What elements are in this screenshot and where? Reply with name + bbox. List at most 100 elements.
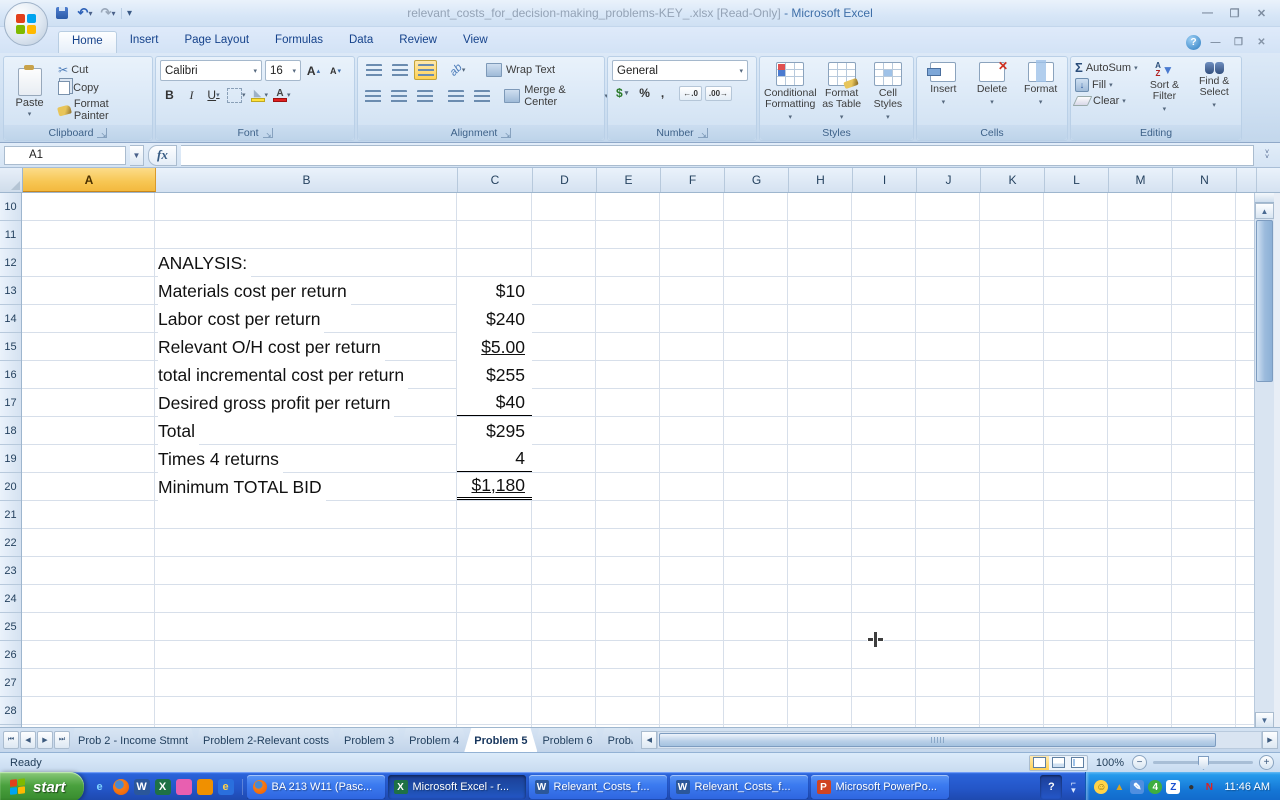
format-painter-button[interactable]: Format Painter xyxy=(55,97,148,123)
scroll-right-arrow[interactable]: ▶ xyxy=(1262,731,1278,749)
previous-sheet-button[interactable]: ◀ xyxy=(20,731,36,749)
autosum-button[interactable]: ΣAutoSum▾ xyxy=(1075,60,1138,75)
word-icon[interactable]: W xyxy=(134,779,150,795)
workbook-minimize-button[interactable]: — xyxy=(1207,36,1224,49)
row-header-11[interactable]: 11 xyxy=(0,221,21,249)
shrink-font-button[interactable]: A xyxy=(326,61,345,81)
normal-view-button[interactable] xyxy=(1030,756,1049,770)
sheet-tab-problem-3[interactable]: Problem 3 xyxy=(334,728,404,752)
zoom-slider[interactable] xyxy=(1153,761,1253,764)
zoom-in-button[interactable]: + xyxy=(1259,755,1274,770)
column-header-l[interactable]: L xyxy=(1045,168,1109,192)
cell-C19[interactable]: 4 xyxy=(457,445,532,472)
dialog-launcher-icon[interactable] xyxy=(97,128,107,138)
internet-explorer-icon[interactable]: e xyxy=(92,779,108,795)
row-header-24[interactable]: 24 xyxy=(0,585,21,613)
row-header-18[interactable]: 18 xyxy=(0,417,21,445)
italic-button[interactable]: I xyxy=(182,85,201,105)
zoom-out-button[interactable]: − xyxy=(1132,755,1147,770)
excel-icon[interactable]: X xyxy=(155,779,171,795)
ribbon-tab-view[interactable]: View xyxy=(450,31,501,53)
number-format-combo[interactable]: General▾ xyxy=(612,60,748,81)
zonealarm-icon[interactable]: Z xyxy=(1166,780,1180,794)
column-header-partial[interactable] xyxy=(1237,168,1257,192)
cell-B14[interactable]: Labor cost per return xyxy=(158,305,324,333)
cell-C14[interactable]: $240 xyxy=(457,305,532,333)
hidden-icons-chevron[interactable]: ⌐▾ xyxy=(1065,780,1081,794)
vertical-scroll-thumb[interactable] xyxy=(1256,220,1273,382)
workbook-restore-button[interactable]: ❐ xyxy=(1230,36,1247,49)
borders-button[interactable]: ▾ xyxy=(226,85,247,105)
sort-filter-button[interactable]: AZ▼Sort & Filter▾ xyxy=(1142,60,1188,125)
select-all-corner[interactable] xyxy=(0,168,23,192)
sheet-tab-problem-2-relevant-costs[interactable]: Problem 2-Relevant costs xyxy=(193,728,339,752)
cell-C17[interactable]: $40 xyxy=(457,389,532,416)
font-size-combo[interactable]: 16▾ xyxy=(265,60,301,81)
find-select-button[interactable]: Find & Select▾ xyxy=(1191,60,1237,125)
align-left-button[interactable] xyxy=(362,86,385,106)
row-header-23[interactable]: 23 xyxy=(0,557,21,585)
cell-B16[interactable]: total incremental cost per return xyxy=(158,361,408,389)
norton-icon[interactable]: N xyxy=(1202,780,1216,794)
column-header-j[interactable]: J xyxy=(917,168,981,192)
ribbon-tab-page-layout[interactable]: Page Layout xyxy=(171,31,262,53)
grow-font-button[interactable]: A xyxy=(304,61,323,81)
insert-function-button[interactable]: fx xyxy=(157,147,168,163)
task-button-microsoft-powerpo[interactable]: PMicrosoft PowerPo... xyxy=(811,775,949,799)
split-handle[interactable] xyxy=(1255,193,1274,203)
column-header-a[interactable]: A xyxy=(23,168,156,192)
column-header-d[interactable]: D xyxy=(533,168,597,192)
zoom-slider-thumb[interactable] xyxy=(1198,756,1209,770)
column-header-e[interactable]: E xyxy=(597,168,661,192)
customize-qat-button[interactable]: ▾ xyxy=(121,8,132,19)
explorer-icon[interactable]: e xyxy=(218,779,234,795)
cell-styles-button[interactable]: Cell Styles▾ xyxy=(867,60,909,125)
top-align-button[interactable] xyxy=(362,60,385,80)
sheet-tab-problem-4[interactable]: Problem 4 xyxy=(399,728,469,752)
increase-indent-button[interactable] xyxy=(471,86,494,106)
expand-formula-bar-button[interactable]: ˅˅ xyxy=(1258,150,1276,160)
cells-area[interactable]: ANALYSIS:Materials cost per return$10Lab… xyxy=(22,193,1254,728)
overflow-task-button[interactable]: ? xyxy=(1040,775,1062,799)
row-header-19[interactable]: 19 xyxy=(0,445,21,473)
font-color-button[interactable]: ▾ xyxy=(272,85,292,105)
network-icon[interactable]: 4 xyxy=(1148,780,1162,794)
wrap-text-button[interactable]: Wrap Text xyxy=(486,63,555,77)
volume-icon[interactable]: ● xyxy=(1184,780,1198,794)
increase-decimal-button[interactable]: ←.0 xyxy=(679,86,702,101)
decrease-decimal-button[interactable]: .00→ xyxy=(705,86,732,101)
redo-button[interactable]: ↷▾ xyxy=(98,4,118,22)
bold-button[interactable]: B xyxy=(160,85,179,105)
fill-button[interactable]: ↓Fill▾ xyxy=(1075,78,1138,92)
ribbon-tab-data[interactable]: Data xyxy=(336,31,386,53)
restore-button[interactable]: ❐ xyxy=(1224,6,1245,21)
formula-input[interactable] xyxy=(181,145,1254,166)
row-header-14[interactable]: 14 xyxy=(0,305,21,333)
task-button-relevant-costs-f[interactable]: WRelevant_Costs_f... xyxy=(670,775,808,799)
cell-B15[interactable]: Relevant O/H cost per return xyxy=(158,333,385,361)
page-break-view-button[interactable] xyxy=(1068,756,1087,770)
row-header-10[interactable]: 10 xyxy=(0,193,21,221)
name-box[interactable]: A1 xyxy=(4,146,126,165)
cell-B19[interactable]: Times 4 returns xyxy=(158,445,283,473)
task-button-ba-213-w11-pasc[interactable]: BA 213 W11 (Pasc... xyxy=(247,775,385,799)
cell-B13[interactable]: Materials cost per return xyxy=(158,277,351,305)
align-right-button[interactable] xyxy=(413,86,436,106)
sheet-tab-prob-2-income-stmnt[interactable]: Prob 2 - Income Stmnt xyxy=(68,728,198,752)
conditional-formatting-button[interactable]: Conditional Formatting▾ xyxy=(764,60,817,125)
scroll-down-arrow[interactable]: ▼ xyxy=(1255,712,1274,728)
security-shield-icon[interactable]: ▲ xyxy=(1112,780,1126,794)
decrease-indent-button[interactable] xyxy=(445,86,468,106)
row-header-28[interactable]: 28 xyxy=(0,697,21,725)
font-name-combo[interactable]: Calibri▾ xyxy=(160,60,262,81)
media-app-icon[interactable] xyxy=(176,779,192,795)
firefox-icon[interactable] xyxy=(113,779,129,795)
column-header-b[interactable]: B xyxy=(156,168,458,192)
column-header-i[interactable]: I xyxy=(853,168,917,192)
copy-button[interactable]: Copy xyxy=(55,80,148,96)
next-sheet-button[interactable]: ▶ xyxy=(37,731,53,749)
orientation-button[interactable]: ab▾ xyxy=(446,60,469,80)
fill-color-button[interactable]: ▾ xyxy=(250,85,270,105)
cut-button[interactable]: ✂Cut xyxy=(55,62,148,78)
format-cells-button[interactable]: Format▾ xyxy=(1018,60,1063,125)
